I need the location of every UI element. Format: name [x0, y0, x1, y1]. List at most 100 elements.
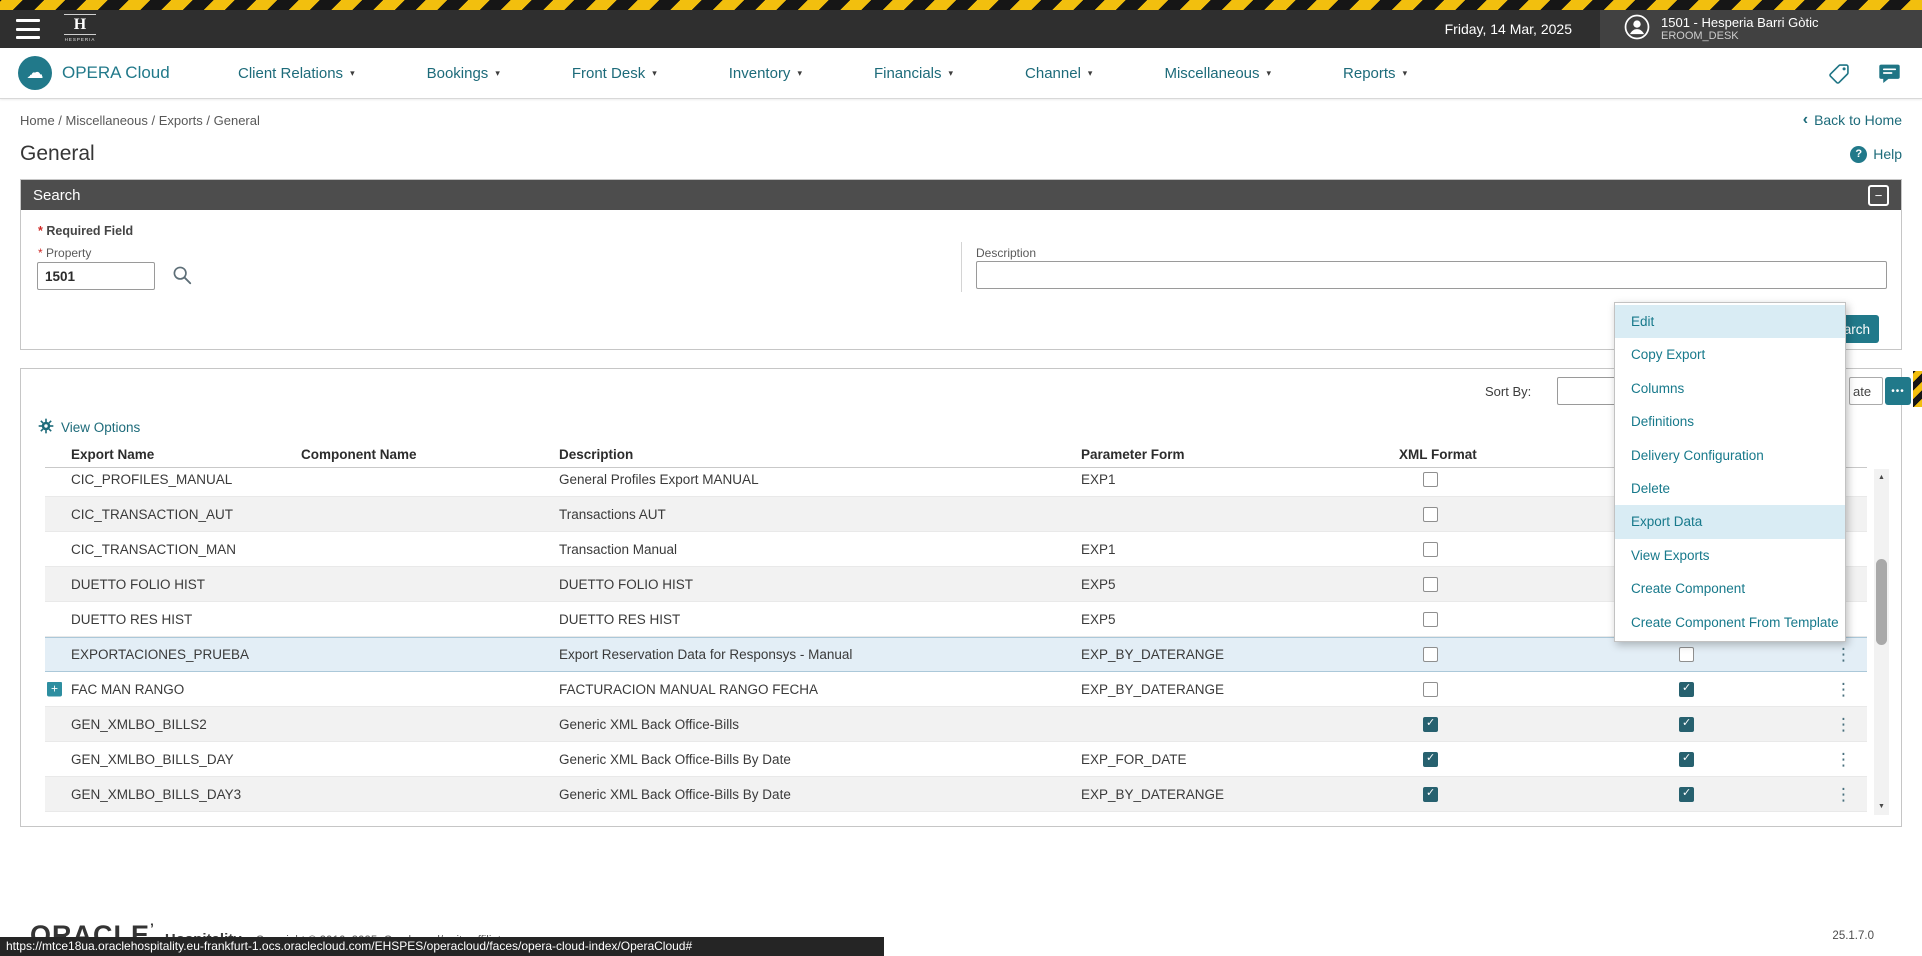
- nav-item-channel[interactable]: Channel▾: [1025, 65, 1092, 82]
- message-icon[interactable]: [1877, 61, 1902, 86]
- export-name: CIC_TRANSACTION_AUT: [71, 507, 233, 522]
- xml-format-checkbox[interactable]: [1423, 577, 1438, 592]
- title-row: General ? Help: [20, 142, 1902, 166]
- nav-item-client-relations[interactable]: Client Relations▾: [238, 65, 355, 82]
- xml-format-checkbox[interactable]: [1423, 612, 1438, 627]
- browser-status-url: https://mtce18ua.oraclehospitality.eu-fr…: [0, 937, 884, 956]
- table-row[interactable]: EXPORTACIONES_PRUEBA Export Reservation …: [45, 637, 1867, 672]
- property-selector[interactable]: 1501 - Hesperia Barri Gòtic EROOM_DESK: [1600, 10, 1922, 48]
- description-input[interactable]: [976, 261, 1887, 289]
- opera-cloud-brand[interactable]: ☁ OPERA Cloud: [18, 56, 170, 90]
- menu-item-delete[interactable]: Delete: [1615, 472, 1845, 505]
- xml-format-cell: [1399, 751, 1605, 767]
- export-name-cell: GEN_XMLBO_BILLS2: [45, 717, 301, 732]
- menu-item-definitions[interactable]: Definitions: [1615, 405, 1845, 438]
- actions-cell: ⋮: [1805, 681, 1867, 698]
- more-actions-button[interactable]: •••: [1885, 377, 1911, 405]
- xml-format-cell: [1399, 647, 1605, 663]
- column-header-xml-format[interactable]: XML Format: [1399, 447, 1605, 462]
- actions-cell: ⋮: [1805, 751, 1867, 768]
- chevron-down-icon: ▾: [652, 68, 657, 79]
- tag-icon[interactable]: [1828, 62, 1851, 85]
- table-row[interactable]: CIC_PROFILES_MANUAL General Profiles Exp…: [45, 468, 1867, 497]
- menu-item-export-data[interactable]: Export Data: [1615, 505, 1845, 538]
- column-header-parameter-form[interactable]: Parameter Form: [1081, 447, 1399, 462]
- nav-item-inventory[interactable]: Inventory▾: [729, 65, 802, 82]
- description-cell: Transaction Manual: [559, 542, 1081, 557]
- table-row[interactable]: GEN_XMLBO_BILLS_DAY Generic XML Back Off…: [45, 742, 1867, 777]
- table-row[interactable]: DUETTO FOLIO HIST DUETTO FOLIO HIST EXP5…: [45, 567, 1867, 602]
- hamburger-menu-icon[interactable]: [16, 19, 40, 39]
- collapse-panel-icon[interactable]: −: [1868, 185, 1889, 206]
- table-scrollbar[interactable]: ▲ ▼: [1874, 469, 1889, 815]
- table-row[interactable]: DUETTO RES HIST DUETTO RES HIST EXP5 ⋮: [45, 602, 1867, 637]
- scheduled-checkbox[interactable]: [1679, 752, 1694, 767]
- table-row[interactable]: CIC_TRANSACTION_AUT Transactions AUT ⋮: [45, 497, 1867, 532]
- scheduled-checkbox[interactable]: [1679, 787, 1694, 802]
- menu-item-create-component-from-template[interactable]: Create Component From Template: [1615, 606, 1845, 639]
- row-actions-icon[interactable]: ⋮: [1835, 680, 1852, 699]
- xml-format-cell: [1399, 471, 1605, 487]
- back-to-home-link[interactable]: ‹ Back to Home: [1803, 112, 1902, 128]
- opera-cloud-app: H HESPERIA Friday, 14 Mar, 2025 1501 - H…: [0, 0, 1922, 956]
- property-input[interactable]: [37, 262, 155, 290]
- gear-icon: [38, 418, 54, 437]
- search-magnifier-icon[interactable]: [171, 264, 193, 286]
- scheduled-cell: [1605, 681, 1805, 697]
- hazard-stripe-top: [0, 0, 1922, 10]
- menu-item-columns[interactable]: Columns: [1615, 372, 1845, 405]
- xml-format-cell: [1399, 611, 1605, 627]
- nav-item-front-desk[interactable]: Front Desk▾: [572, 65, 657, 82]
- export-name-cell: GEN_XMLBO_BILLS_DAY: [45, 752, 301, 767]
- view-options-link[interactable]: View Options: [38, 418, 140, 437]
- user-avatar-icon: [1624, 14, 1650, 45]
- xml-format-checkbox[interactable]: [1423, 717, 1438, 732]
- scheduled-checkbox[interactable]: [1679, 647, 1694, 662]
- chevron-left-icon: ‹: [1803, 112, 1808, 128]
- scheduled-checkbox[interactable]: [1679, 682, 1694, 697]
- parameter-form-cell: EXP5: [1081, 612, 1399, 627]
- search-panel-header[interactable]: Search −: [21, 180, 1901, 210]
- breadcrumb[interactable]: Home / Miscellaneous / Exports / General: [20, 113, 260, 128]
- parameter-form-cell: EXP_BY_DATERANGE: [1081, 647, 1399, 662]
- xml-format-checkbox[interactable]: [1423, 752, 1438, 767]
- menu-item-create-component[interactable]: Create Component: [1615, 572, 1845, 605]
- row-actions-icon[interactable]: ⋮: [1835, 750, 1852, 769]
- xml-format-checkbox[interactable]: [1423, 682, 1438, 697]
- nav-item-miscellaneous[interactable]: Miscellaneous▾: [1164, 65, 1271, 82]
- xml-format-checkbox[interactable]: [1423, 542, 1438, 557]
- nav-item-financials[interactable]: Financials▾: [874, 65, 953, 82]
- xml-format-checkbox[interactable]: [1423, 787, 1438, 802]
- column-header-description[interactable]: Description: [559, 447, 1081, 462]
- description-cell: Transactions AUT: [559, 507, 1081, 522]
- scroll-up-arrow[interactable]: ▲: [1874, 469, 1889, 486]
- table-row[interactable]: CIC_TRANSACTION_MAN Transaction Manual E…: [45, 532, 1867, 567]
- nav-menu: Client Relations▾ Bookings▾ Front Desk▾ …: [238, 48, 1407, 98]
- row-actions-icon[interactable]: ⋮: [1835, 645, 1852, 664]
- row-actions-icon[interactable]: ⋮: [1835, 715, 1852, 734]
- scheduled-checkbox[interactable]: [1679, 717, 1694, 732]
- menu-item-edit[interactable]: Edit: [1615, 305, 1845, 338]
- scroll-down-arrow[interactable]: ▼: [1874, 798, 1889, 815]
- expand-row-icon[interactable]: +: [47, 682, 62, 697]
- scrollbar-thumb[interactable]: [1876, 559, 1887, 645]
- xml-format-checkbox[interactable]: [1423, 472, 1438, 487]
- column-header-component-name[interactable]: Component Name: [301, 447, 559, 462]
- xml-format-checkbox[interactable]: [1423, 507, 1438, 522]
- search-panel-title: Search: [33, 187, 81, 204]
- help-link[interactable]: ? Help: [1850, 146, 1902, 163]
- menu-item-copy-export[interactable]: Copy Export: [1615, 338, 1845, 371]
- row-actions-icon[interactable]: ⋮: [1835, 785, 1852, 804]
- table-row[interactable]: GEN_XMLBO_BILLS2 Generic XML Back Office…: [45, 707, 1867, 742]
- column-header-export-name[interactable]: Export Name: [45, 447, 301, 462]
- table-row[interactable]: GEN_XMLBO_BILLS_DAY3 Generic XML Back Of…: [45, 777, 1867, 812]
- partially-hidden-button[interactable]: ate: [1849, 377, 1883, 405]
- xml-format-cell: [1399, 716, 1605, 732]
- description-cell: General Profiles Export MANUAL: [559, 472, 1081, 487]
- menu-item-view-exports[interactable]: View Exports: [1615, 539, 1845, 572]
- nav-item-reports[interactable]: Reports▾: [1343, 65, 1407, 82]
- xml-format-checkbox[interactable]: [1423, 647, 1438, 662]
- table-row[interactable]: + FAC MAN RANGO FACTURACION MANUAL RANGO…: [45, 672, 1867, 707]
- menu-item-delivery-configuration[interactable]: Delivery Configuration: [1615, 439, 1845, 472]
- nav-item-bookings[interactable]: Bookings▾: [427, 65, 500, 82]
